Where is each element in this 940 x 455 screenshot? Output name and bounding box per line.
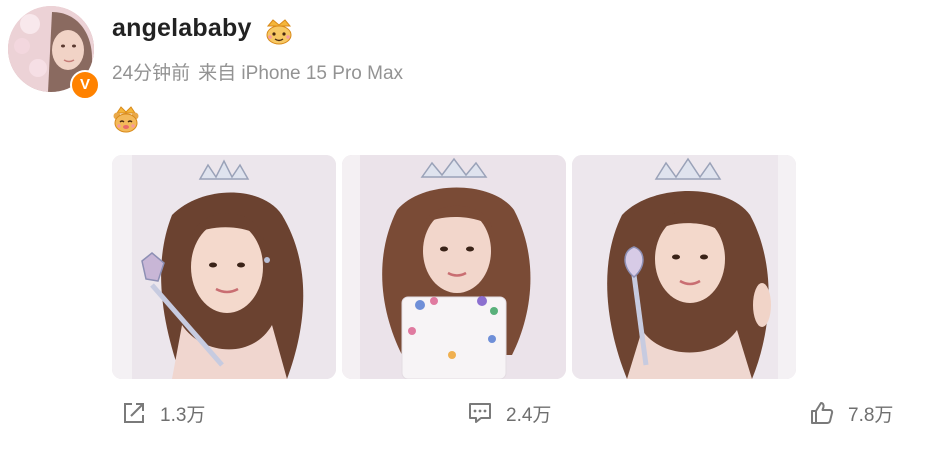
comment-button[interactable]: 2.4万 (466, 396, 551, 430)
action-bar: 1.3万 2.4万 7.8万 (0, 396, 940, 430)
crown-bear-emoji-icon (110, 104, 142, 134)
like-count: 7.8万 (848, 404, 894, 426)
share-count: 1.3万 (160, 404, 206, 426)
post-meta: 24分钟前 来自 iPhone 15 Pro Max (112, 58, 403, 85)
like-button[interactable]: 7.8万 (808, 396, 893, 430)
comment-count: 2.4万 (506, 404, 552, 426)
crown-badge-icon (262, 16, 296, 46)
comment-icon (469, 403, 491, 423)
username[interactable]: angelababy (112, 14, 252, 43)
photo-3[interactable] (572, 155, 796, 379)
thumbs-up-icon (811, 402, 834, 424)
share-icon (124, 403, 144, 423)
photo-1[interactable] (112, 155, 336, 379)
verified-badge: V (70, 70, 100, 100)
post-source: 来自 iPhone 15 Pro Max (198, 63, 404, 84)
share-button[interactable]: 1.3万 (120, 396, 205, 430)
photo-2[interactable] (342, 155, 566, 379)
post-time[interactable]: 24分钟前 (112, 63, 190, 84)
